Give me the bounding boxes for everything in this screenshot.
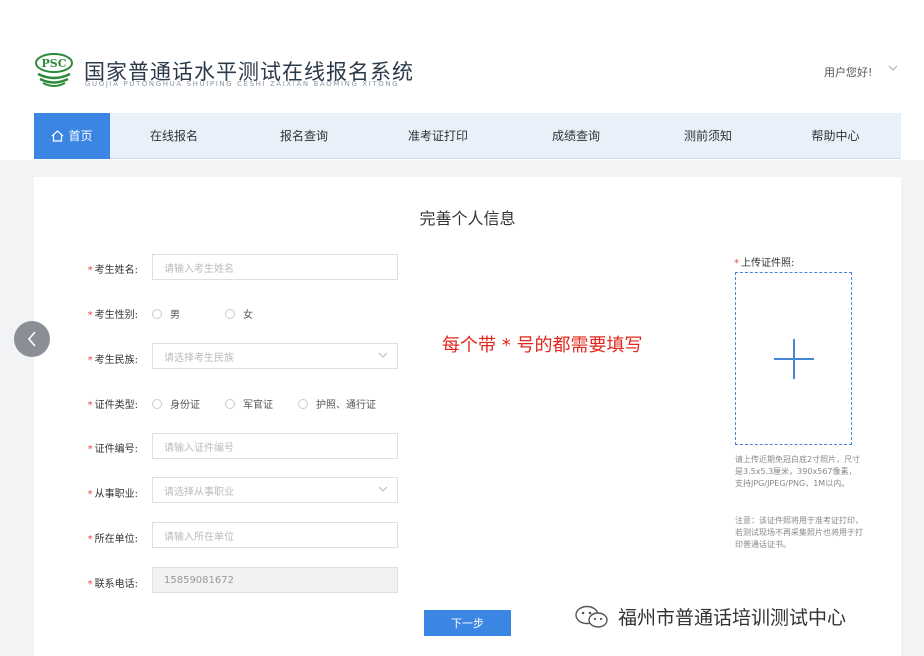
field-label-employer: * 所在单位: (58, 530, 138, 545)
nav-label: 测前须知 (683, 129, 732, 143)
field-label-occupation: * 从事职业: (58, 485, 138, 500)
label-text: 考生民族: (94, 355, 138, 366)
nav-admission-print[interactable]: 准考证打印 (370, 113, 506, 159)
label-text: 考生性别: (94, 310, 138, 321)
psc-logo: PSC (35, 53, 73, 87)
occupation-select[interactable]: 请选择从事职业 (152, 477, 398, 503)
field-label-phone: * 联系电话: (58, 575, 138, 590)
id-number-placeholder: 请输入证件编号 (164, 442, 234, 454)
chevron-down-icon (378, 486, 388, 492)
gender-radio-male[interactable]: 男 (152, 306, 225, 321)
site-subtitle: GUOJIA PUTONGHUA SHUIPING CESHI ZAIXIAN … (85, 80, 400, 88)
field-label-gender: * 考生性别: (58, 306, 138, 321)
label-text: 联系电话: (94, 579, 138, 590)
chevron-down-icon[interactable] (888, 64, 898, 75)
name-placeholder: 请输入考生姓名 (164, 263, 234, 275)
upload-note-2: 注意：该证件照将用于准考证打印，若测试现场不再采集照片也将用于打印普通话证书。 (735, 516, 863, 549)
nav-label: 在线报名 (149, 129, 198, 143)
nav-label: 成绩查询 (551, 129, 600, 143)
photo-upload-area[interactable] (735, 272, 852, 445)
radio-label: 军官证 (243, 400, 273, 411)
id-type-radio-passport[interactable]: 护照、通行证 (298, 396, 376, 411)
ethnicity-placeholder: 请选择考生民族 (164, 352, 234, 364)
plus-icon (773, 338, 814, 379)
radio-circle (152, 398, 162, 409)
label-text: 所在单位: (94, 534, 138, 545)
chevron-left-icon (27, 331, 36, 347)
required-hint: 每个带 * 号的都需要填写 (442, 335, 643, 356)
nav-label: 报名查询 (279, 129, 328, 143)
required-mark: * (87, 355, 93, 366)
radio-label: 男 (170, 310, 180, 321)
nav-label: 帮助中心 (811, 129, 860, 143)
id-type-radio-military[interactable]: 军官证 (225, 396, 298, 411)
phone-value: 15859081672 (164, 574, 234, 586)
next-step-button[interactable]: 下一步 (424, 610, 511, 636)
radio-circle (225, 308, 235, 319)
required-mark: * (87, 400, 93, 411)
watermark-text: 福州市普通话培训测试中心 (618, 607, 847, 629)
nav-home[interactable]: 首页 (34, 112, 110, 159)
home-icon (52, 129, 64, 142)
required-mark: * (87, 534, 93, 545)
employer-input[interactable]: 请输入所在单位 (152, 522, 398, 548)
label-text: 证件类型: (94, 400, 138, 411)
occupation-placeholder: 请选择从事职业 (164, 486, 234, 498)
required-mark: * (87, 265, 93, 276)
radio-circle (298, 398, 308, 409)
radio-label: 护照、通行证 (316, 400, 376, 411)
upload-note: 请上传近期免冠白底2寸照片，尺寸是3.5x5.3厘米，390x567像素，支持J… (735, 455, 861, 488)
carousel-prev-button[interactable] (14, 321, 50, 357)
required-mark: * (734, 258, 739, 269)
nav-pretest-notes[interactable]: 测前须知 (646, 113, 770, 159)
nav-online-registration[interactable]: 在线报名 (110, 113, 238, 159)
phone-input[interactable]: 15859081672 (152, 567, 398, 593)
required-mark: * (87, 489, 93, 500)
user-greeting[interactable]: 用户您好! (824, 64, 872, 80)
nav-help-center[interactable]: 帮助中心 (770, 113, 901, 159)
label-text: 从事职业: (94, 489, 138, 500)
id-type-radio-idcard[interactable]: 身份证 (152, 396, 225, 411)
radio-label: 女 (243, 310, 253, 321)
main-nav: 首页 在线报名 报名查询 准考证打印 成绩查询 测前须知 帮助中心 (34, 112, 901, 159)
radio-circle (152, 308, 162, 319)
label-text: 证件编号: (94, 444, 138, 455)
form-title: 完善个人信息 (419, 209, 516, 228)
nav-label: 准考证打印 (407, 129, 468, 143)
logo-text: PSC (42, 57, 67, 70)
field-label-ethnicity: * 考生民族: (58, 351, 138, 366)
gender-radio-group: 男 女 (152, 306, 253, 321)
field-label-name: * 考生姓名: (58, 261, 138, 276)
upload-label-text: 上传证件照: (741, 258, 795, 269)
id-type-radio-group: 身份证 军官证 护照、通行证 (152, 396, 376, 411)
required-mark: * (87, 310, 93, 321)
field-label-id-type: * 证件类型: (58, 396, 138, 411)
nav-score-query[interactable]: 成绩查询 (506, 113, 646, 159)
radio-circle (225, 398, 235, 409)
field-label-id-number: * 证件编号: (58, 440, 138, 455)
id-number-input[interactable]: 请输入证件编号 (152, 433, 398, 459)
form-card: 完善个人信息 * 考生姓名: 请输入考生姓名 * 考生性别: 男 女 * 考生民族: … (34, 177, 901, 656)
label-text: 考生姓名: (94, 265, 138, 276)
name-input[interactable]: 请输入考生姓名 (152, 254, 398, 280)
ethnicity-select[interactable]: 请选择考生民族 (152, 343, 398, 369)
required-mark: * (87, 444, 93, 455)
nav-registration-query[interactable]: 报名查询 (238, 113, 370, 159)
radio-label: 身份证 (170, 400, 200, 411)
nav-home-label: 首页 (68, 129, 93, 143)
employer-placeholder: 请输入所在单位 (164, 531, 234, 543)
upload-label: * 上传证件照: (734, 254, 794, 269)
wechat-icon (575, 605, 608, 628)
chevron-down-icon (378, 352, 388, 358)
gender-radio-female[interactable]: 女 (225, 306, 253, 321)
required-mark: * (87, 579, 93, 590)
page-header: PSC 国家普通话水平测试在线报名系统 GUOJIA PUTONGHUA SHU… (0, 0, 924, 160)
watermark: 福州市普通话培训测试中心 (574, 603, 846, 630)
